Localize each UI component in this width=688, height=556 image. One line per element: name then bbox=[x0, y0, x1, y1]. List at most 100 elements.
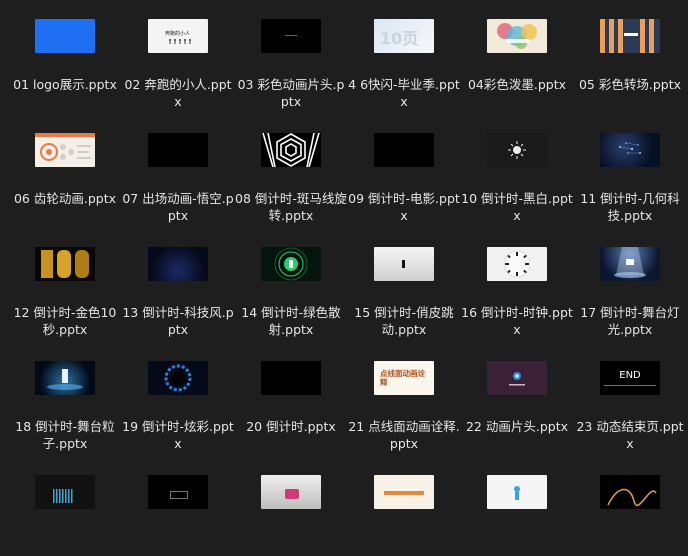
thumbnail-title: END bbox=[619, 370, 641, 381]
file-item[interactable]: 10 倒计时-黑白.pptx bbox=[460, 114, 574, 223]
file-thumbnail[interactable] bbox=[148, 133, 208, 167]
file-label: 07 出场动画-悟空.pptx bbox=[122, 191, 234, 223]
file-label: 12 倒计时-金色10秒.pptx bbox=[13, 305, 117, 337]
file-thumbnail[interactable] bbox=[487, 475, 547, 509]
file-thumbnail[interactable] bbox=[35, 361, 95, 395]
file-item[interactable] bbox=[234, 456, 348, 556]
bars-icon bbox=[53, 489, 73, 503]
file-thumbnail[interactable]: END bbox=[600, 361, 660, 395]
file-thumbnail[interactable] bbox=[487, 133, 547, 167]
file-item[interactable]: 奔跑的小人 02 奔跑的小人.pptx bbox=[121, 0, 235, 109]
file-label: 10 倒计时-黑白.pptx bbox=[461, 191, 573, 223]
stage-light-icon bbox=[614, 247, 646, 278]
file-label: 08 倒计时-斑马线旋转.pptx bbox=[235, 191, 347, 223]
file-item[interactable]: 08 倒计时-斑马线旋转.pptx bbox=[234, 114, 348, 223]
file-item[interactable]: 12 倒计时-金色10秒.pptx bbox=[8, 228, 122, 337]
file-item[interactable] bbox=[460, 456, 574, 556]
file-label: 11 倒计时-几何科技.pptx bbox=[580, 191, 680, 223]
file-thumbnail[interactable] bbox=[374, 247, 434, 281]
file-item[interactable]: 10页 4 6快闪-毕业季.pptx bbox=[347, 0, 461, 109]
file-thumbnail[interactable] bbox=[487, 361, 547, 395]
file-item[interactable]: 15 倒计时-俏皮跳动.pptx bbox=[347, 228, 461, 337]
file-thumbnail[interactable] bbox=[487, 247, 547, 281]
thumbnail-title: 10页 bbox=[380, 29, 419, 48]
file-item[interactable] bbox=[121, 456, 235, 556]
gear-icon bbox=[35, 133, 95, 161]
file-thumbnail[interactable] bbox=[600, 247, 660, 281]
file-item[interactable]: 11 倒计时-几何科技.pptx bbox=[573, 114, 687, 223]
file-label: 15 倒计时-俏皮跳动.pptx bbox=[354, 305, 454, 337]
file-label: 21 点线面动画诠释.pptx bbox=[348, 419, 460, 451]
file-label: 20 倒计时.pptx bbox=[246, 419, 336, 434]
file-item[interactable]: 18 倒计时-舞台粒子.pptx bbox=[8, 342, 122, 451]
gold-number-icon bbox=[41, 250, 89, 278]
file-item[interactable]: 点线面动画诠释 21 点线面动画诠释.pptx bbox=[347, 342, 461, 451]
file-thumbnail[interactable] bbox=[35, 19, 95, 53]
particle-icon bbox=[47, 369, 83, 390]
file-label: 14 倒计时-绿色散射.pptx bbox=[241, 305, 341, 337]
file-label: 16 倒计时-时钟.pptx bbox=[461, 305, 573, 337]
file-item[interactable]: 17 倒计时-舞台灯光.pptx bbox=[573, 228, 687, 337]
file-thumbnail[interactable] bbox=[261, 475, 321, 509]
file-item[interactable]: 03 彩色动画片头.pptx bbox=[234, 0, 348, 109]
file-label: 19 倒计时-炫彩.pptx bbox=[122, 419, 234, 451]
file-thumbnail[interactable] bbox=[374, 133, 434, 167]
file-item[interactable]: END 23 动态结束页.pptx bbox=[573, 342, 687, 451]
file-thumbnail[interactable] bbox=[261, 361, 321, 395]
file-item[interactable]: 05 彩色转场.pptx bbox=[573, 0, 687, 100]
file-item[interactable]: 06 齿轮动画.pptx bbox=[8, 114, 122, 214]
ink-splash-icon bbox=[497, 23, 537, 49]
file-item[interactable]: 09 倒计时-电影.pptx bbox=[347, 114, 461, 223]
file-label: 17 倒计时-舞台灯光.pptx bbox=[580, 305, 680, 337]
file-label: 03 彩色动画片头.pptx bbox=[237, 77, 345, 109]
geometric-tech-icon bbox=[619, 142, 641, 154]
figure-icon bbox=[514, 486, 520, 500]
file-thumbnail[interactable] bbox=[261, 19, 321, 53]
file-thumbnail[interactable] bbox=[148, 361, 208, 395]
file-item[interactable]: 13 倒计时-科技风.pptx bbox=[121, 228, 235, 337]
file-item[interactable]: 19 倒计时-炫彩.pptx bbox=[121, 342, 235, 451]
file-item[interactable]: 16 倒计时-时钟.pptx bbox=[460, 228, 574, 337]
file-label: 4 6快闪-毕业季.pptx bbox=[348, 77, 460, 109]
file-grid: 01 logo展示.pptx 奔跑的小人 02 奔跑的小人.pptx 03 彩色… bbox=[0, 0, 688, 509]
file-label: 04彩色泼墨.pptx bbox=[467, 77, 567, 92]
file-label: 18 倒计时-舞台粒子.pptx bbox=[15, 419, 115, 451]
file-thumbnail[interactable] bbox=[600, 19, 660, 53]
color-stripes-icon bbox=[600, 19, 654, 53]
curve-icon bbox=[607, 488, 657, 507]
file-item[interactable] bbox=[8, 456, 122, 556]
file-label: 01 logo展示.pptx bbox=[13, 77, 117, 92]
file-thumbnail[interactable]: 点线面动画诠释 bbox=[374, 361, 434, 395]
file-item[interactable]: 04彩色泼墨.pptx bbox=[460, 0, 574, 100]
file-thumbnail[interactable] bbox=[35, 247, 95, 281]
file-thumbnail[interactable] bbox=[35, 475, 95, 509]
file-thumbnail[interactable]: 10页 bbox=[374, 19, 434, 53]
file-item[interactable]: 22 动画片头.pptx bbox=[460, 342, 574, 442]
file-thumbnail[interactable] bbox=[600, 475, 660, 509]
clock-icon bbox=[503, 250, 531, 278]
green-burst-icon bbox=[274, 247, 308, 281]
file-thumbnail[interactable] bbox=[261, 133, 321, 167]
file-item[interactable]: 01 logo展示.pptx bbox=[8, 0, 122, 100]
file-thumbnail[interactable] bbox=[35, 133, 95, 167]
file-thumbnail[interactable] bbox=[600, 133, 660, 167]
file-item[interactable] bbox=[573, 456, 687, 556]
hexagon-spiral-icon bbox=[262, 133, 320, 167]
file-item[interactable] bbox=[347, 456, 461, 556]
file-thumbnail[interactable] bbox=[148, 475, 208, 509]
file-item[interactable]: 14 倒计时-绿色散射.pptx bbox=[234, 228, 348, 337]
file-thumbnail[interactable] bbox=[148, 247, 208, 281]
file-label: 13 倒计时-科技风.pptx bbox=[122, 305, 234, 337]
ring-icon bbox=[164, 364, 192, 392]
running-figures-icon bbox=[169, 39, 191, 44]
thumbnail-title: 点线面动画诠释 bbox=[380, 369, 425, 387]
play-badge-icon bbox=[509, 372, 525, 386]
file-item[interactable]: 07 出场动画-悟空.pptx bbox=[121, 114, 235, 223]
file-item[interactable]: 20 倒计时.pptx bbox=[234, 342, 348, 442]
file-label: 22 动画片头.pptx bbox=[465, 419, 569, 434]
file-thumbnail[interactable] bbox=[487, 19, 547, 53]
file-thumbnail[interactable] bbox=[261, 247, 321, 281]
file-thumbnail[interactable] bbox=[374, 475, 434, 509]
file-thumbnail[interactable]: 奔跑的小人 bbox=[148, 19, 208, 53]
file-label: 02 奔跑的小人.pptx bbox=[124, 77, 232, 109]
